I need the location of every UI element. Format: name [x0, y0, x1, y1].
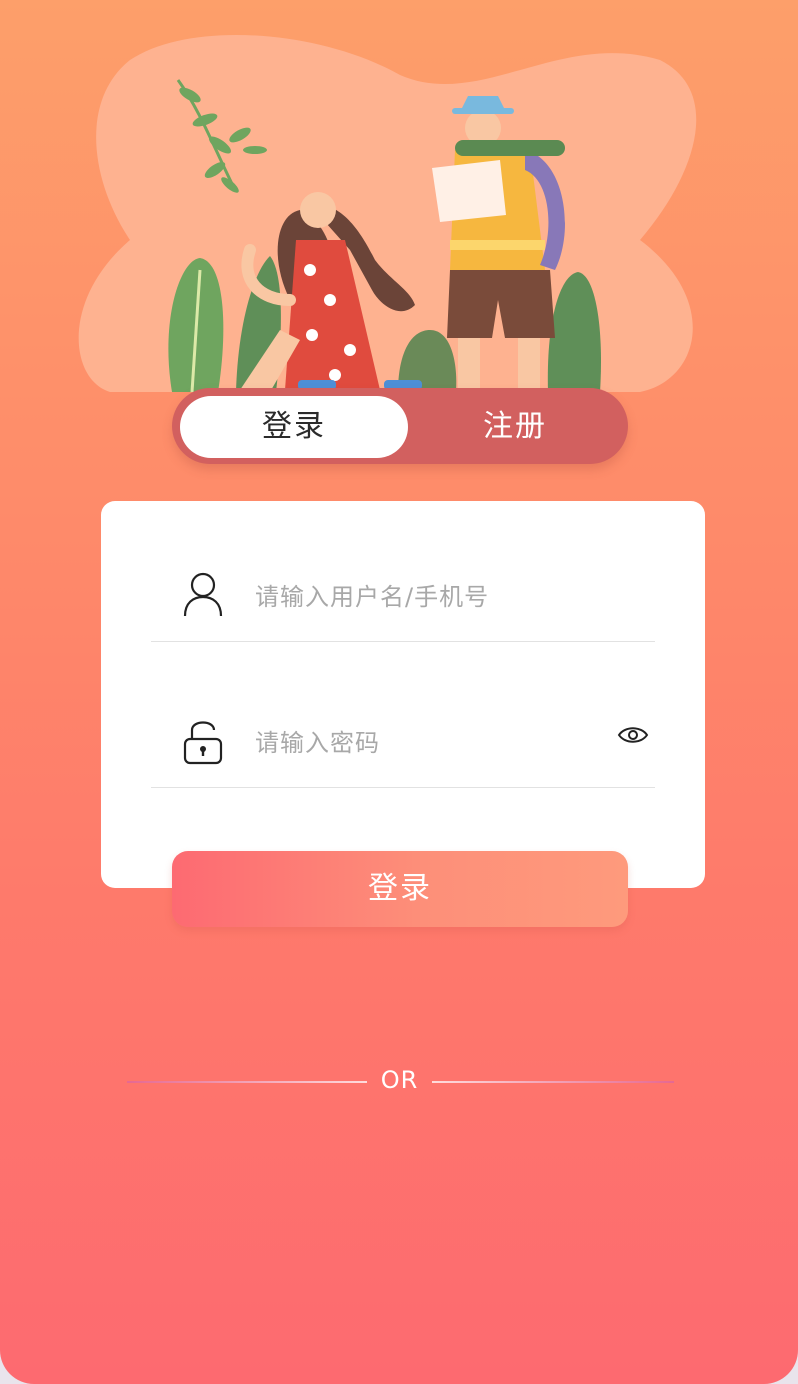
username-field[interactable]: 请输入用户名/手机号 — [151, 555, 655, 642]
username-input[interactable]: 请输入用户名/手机号 — [255, 577, 489, 612]
login-button[interactable]: 登录 — [172, 851, 628, 927]
divider-text: OR — [380, 1066, 419, 1094]
user-icon — [183, 572, 223, 617]
login-register-tabs: 登录 注册 — [172, 388, 628, 464]
lock-icon — [183, 721, 223, 765]
travel-illustration — [78, 34, 697, 393]
eye-icon[interactable] — [617, 723, 649, 747]
password-field[interactable]: 请输入密码 — [151, 701, 655, 788]
tab-login[interactable]: 登录 — [180, 396, 408, 458]
tab-register[interactable]: 注册 — [402, 396, 628, 458]
app-screen: 登录 注册 请输入用户名/手机号 请输入密码 登录 OR — [0, 0, 798, 1384]
divider-left — [127, 1081, 367, 1083]
divider-right — [432, 1081, 674, 1083]
password-input[interactable]: 请输入密码 — [255, 723, 380, 758]
login-form-card: 请输入用户名/手机号 请输入密码 — [101, 501, 705, 888]
